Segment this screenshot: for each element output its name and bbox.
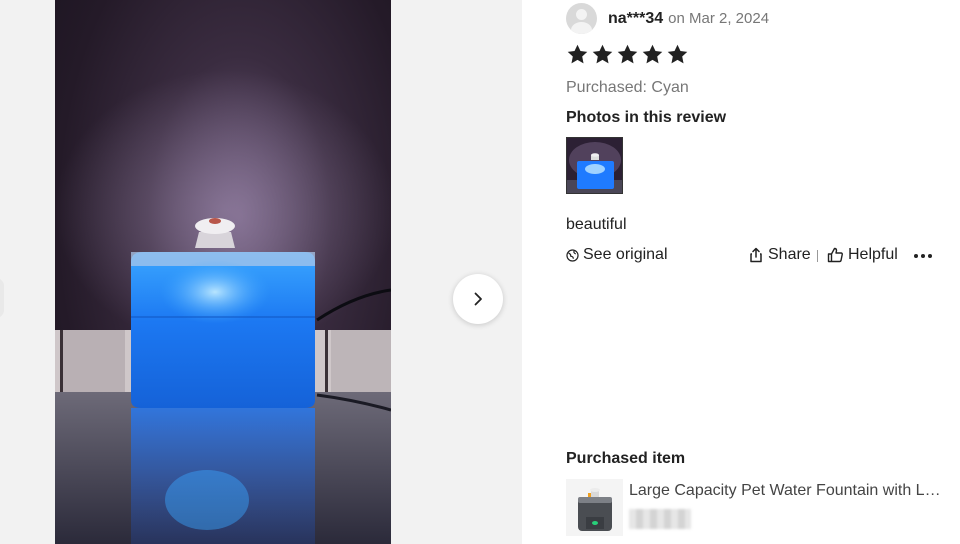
review-date: on Mar 2, 2024 <box>668 10 770 27</box>
star-icon <box>642 44 663 64</box>
chevron-right-icon <box>474 292 482 306</box>
photo-gallery <box>0 0 522 544</box>
see-original-button[interactable]: See original <box>566 246 668 264</box>
prev-arrow-edge[interactable] <box>0 278 4 318</box>
reviewer-header: na***34 on Mar 2, 2024 <box>566 3 769 34</box>
review-panel: na***34 on Mar 2, 2024 Purchased: Cyan P… <box>522 0 960 544</box>
review-photo-thumbnail[interactable] <box>566 137 623 194</box>
reviewer-username: na***34 <box>608 9 664 27</box>
star-icon <box>617 44 638 64</box>
more-icon <box>914 254 918 258</box>
review-text: beautiful <box>566 216 627 233</box>
purchased-variant: Purchased: Cyan <box>566 79 689 96</box>
thumbs-up-icon <box>827 247 843 263</box>
purchased-item-heading: Purchased item <box>566 450 686 467</box>
review-actions: See original Share Helpful <box>566 246 946 266</box>
next-photo-button[interactable] <box>453 274 503 324</box>
item-price-blurred <box>629 509 691 529</box>
more-options-button[interactable] <box>914 246 932 266</box>
star-icon <box>567 44 588 64</box>
star-rating <box>566 43 689 66</box>
helpful-button[interactable]: Helpful <box>827 246 898 264</box>
helpful-label: Helpful <box>848 246 898 263</box>
share-label: Share <box>768 246 811 263</box>
actions-divider <box>817 250 818 262</box>
more-icon <box>928 254 932 258</box>
purchased-item-title[interactable]: Large Capacity Pet Water Fountain with L… <box>629 482 947 500</box>
see-original-label: See original <box>583 246 668 263</box>
share-icon <box>750 247 762 263</box>
globe-icon <box>566 248 579 262</box>
avatar <box>566 3 597 34</box>
star-icon <box>592 44 613 64</box>
purchased-item-image[interactable] <box>566 479 623 536</box>
share-button[interactable]: Share <box>748 246 811 264</box>
star-icon <box>667 44 688 64</box>
review-photo <box>55 0 391 544</box>
more-icon <box>921 254 925 258</box>
photos-heading: Photos in this review <box>566 109 727 126</box>
